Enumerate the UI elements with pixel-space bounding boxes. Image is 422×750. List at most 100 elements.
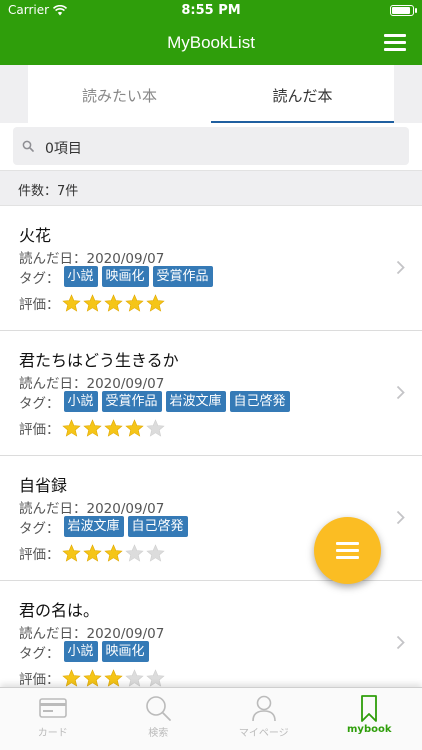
card-icon [38, 698, 67, 718]
search-icon [22, 140, 34, 152]
tag-badge: 岩波文庫 [165, 391, 226, 412]
tab-read[interactable]: 読んだ本 [211, 65, 394, 123]
status-bar: Carrier 8:55 PM [0, 0, 422, 22]
search-input[interactable]: 0項目 [13, 127, 409, 165]
tag-label: タグ： [19, 520, 60, 537]
user-icon [251, 695, 276, 722]
chevron-right-icon [396, 510, 405, 525]
star-empty-icon [124, 668, 144, 687]
tag-line: タグ： 小説 受賞作品 岩波文庫 自己啓発 [19, 391, 294, 412]
read-date-label: 読んだ日： [19, 376, 87, 392]
star-rating [61, 418, 167, 438]
star-filled-icon [124, 418, 144, 437]
tabbar-label-mypage: マイページ [238, 728, 289, 739]
rating-line: 評価： [19, 293, 167, 313]
tag-badge: 映画化 [101, 641, 149, 662]
star-filled-icon [61, 418, 81, 437]
star-empty-icon [145, 668, 165, 687]
tab-want-to-read[interactable]: 読みたい本 [28, 65, 211, 123]
chevron-right-icon [396, 385, 405, 400]
tag-badge: 映画化 [101, 266, 149, 287]
star-filled-icon [82, 543, 102, 562]
book-title: 君たちはどう生きるか [19, 351, 179, 370]
tag-badge: 自己啓発 [229, 391, 290, 412]
segment-control-container: 読みたい本 読んだ本 [0, 65, 422, 123]
tabbar-label-card: カード [37, 728, 68, 739]
tag-badge: 小説 [63, 266, 98, 287]
star-empty-icon [124, 543, 144, 562]
star-filled-icon [82, 293, 102, 312]
tabbar-label-search: 検索 [148, 728, 169, 739]
bookmark-icon [361, 695, 378, 722]
star-filled-icon [61, 668, 81, 687]
read-date-line: 読んだ日：2020/09/07 [19, 497, 164, 517]
star-rating [61, 293, 167, 313]
tag-badge: 受賞作品 [152, 266, 213, 287]
read-date-value: 2020/09/07 [86, 626, 165, 642]
floating-menu-button[interactable] [314, 517, 381, 584]
battery-icon [390, 5, 417, 16]
read-date-line: 読んだ日：2020/09/07 [19, 247, 164, 267]
search-area: 0項目 [0, 123, 422, 168]
read-date-value: 2020/09/07 [86, 501, 165, 517]
star-filled-icon [103, 543, 123, 562]
star-filled-icon [103, 668, 123, 687]
rating-line: 評価： [19, 668, 167, 688]
tabbar-item-mypage[interactable]: マイページ [211, 688, 317, 750]
star-rating [61, 543, 167, 563]
count-header: 件数：7件 [0, 170, 422, 206]
star-filled-icon [103, 293, 123, 312]
page-title: MyBookList [167, 33, 255, 52]
read-date-line: 読んだ日：2020/09/07 [19, 622, 164, 642]
tag-badge: 岩波文庫 [63, 516, 124, 537]
star-filled-icon [124, 293, 144, 312]
hamburger-menu-button[interactable] [384, 34, 406, 52]
chevron-right-icon [396, 635, 405, 650]
tabbar-item-search[interactable]: 検索 [106, 688, 212, 750]
tag-badge: 自己啓発 [127, 516, 188, 537]
tag-line: タグ： 岩波文庫 自己啓発 [19, 516, 192, 537]
tabbar-item-mybook[interactable]: mybook [317, 688, 422, 750]
rating-line: 評価： [19, 543, 167, 563]
star-filled-icon [103, 418, 123, 437]
star-rating [61, 668, 167, 688]
read-date-label: 読んだ日： [19, 626, 87, 642]
read-date-label: 読んだ日： [19, 251, 87, 267]
rating-label: 評価： [19, 297, 60, 313]
tag-label: タグ： [19, 645, 60, 662]
rating-label: 評価： [19, 422, 60, 438]
book-title: 自省録 [19, 476, 68, 495]
read-date-value: 2020/09/07 [86, 376, 165, 392]
clock: 8:55 PM [181, 3, 241, 18]
book-title: 君の名は。 [19, 601, 100, 620]
book-title: 火花 [19, 226, 52, 245]
nav-bar: MyBookList [0, 22, 422, 65]
tabbar-item-card[interactable]: カード [0, 688, 106, 750]
bottom-tab-bar: カード 検索 マイページ mybook [0, 687, 422, 750]
book-row[interactable]: 君たちはどう生きるか 読んだ日：2020/09/07 タグ： 小説 受賞作品 岩波文庫 自己… [0, 331, 422, 456]
star-filled-icon [145, 293, 165, 312]
tag-line: タグ： 小説 映画化 [19, 641, 153, 662]
rating-line: 評価： [19, 418, 167, 438]
chevron-right-icon [396, 260, 405, 275]
star-filled-icon [61, 293, 81, 312]
search-icon [146, 696, 172, 721]
tag-badge: 受賞作品 [101, 391, 162, 412]
tag-badge: 小説 [63, 391, 98, 412]
star-empty-icon [145, 543, 165, 562]
rating-label: 評価： [19, 547, 60, 563]
rating-label: 評価： [19, 672, 60, 688]
book-row[interactable]: 火花読んだ日：2020/09/07 タグ： 小説 映画化 受賞作品評価： [0, 206, 422, 331]
read-date-label: 読んだ日： [19, 501, 87, 517]
read-date-value: 2020/09/07 [86, 251, 165, 267]
segment-control: 読みたい本 読んだ本 [28, 65, 394, 123]
star-filled-icon [61, 543, 81, 562]
star-empty-icon [145, 418, 165, 437]
search-value: 0項目 [45, 141, 82, 157]
star-filled-icon [82, 418, 102, 437]
tag-label: タグ： [19, 395, 60, 412]
tabbar-label-mybook: mybook [347, 724, 392, 735]
tag-badge: 小説 [63, 641, 98, 662]
tag-line: タグ： 小説 映画化 受賞作品 [19, 266, 217, 287]
book-list: 火花 読んだ日：2020/09/07 タグ： 小説 映画化 受賞作品 評価： 君たちはどう生き… [0, 206, 422, 706]
